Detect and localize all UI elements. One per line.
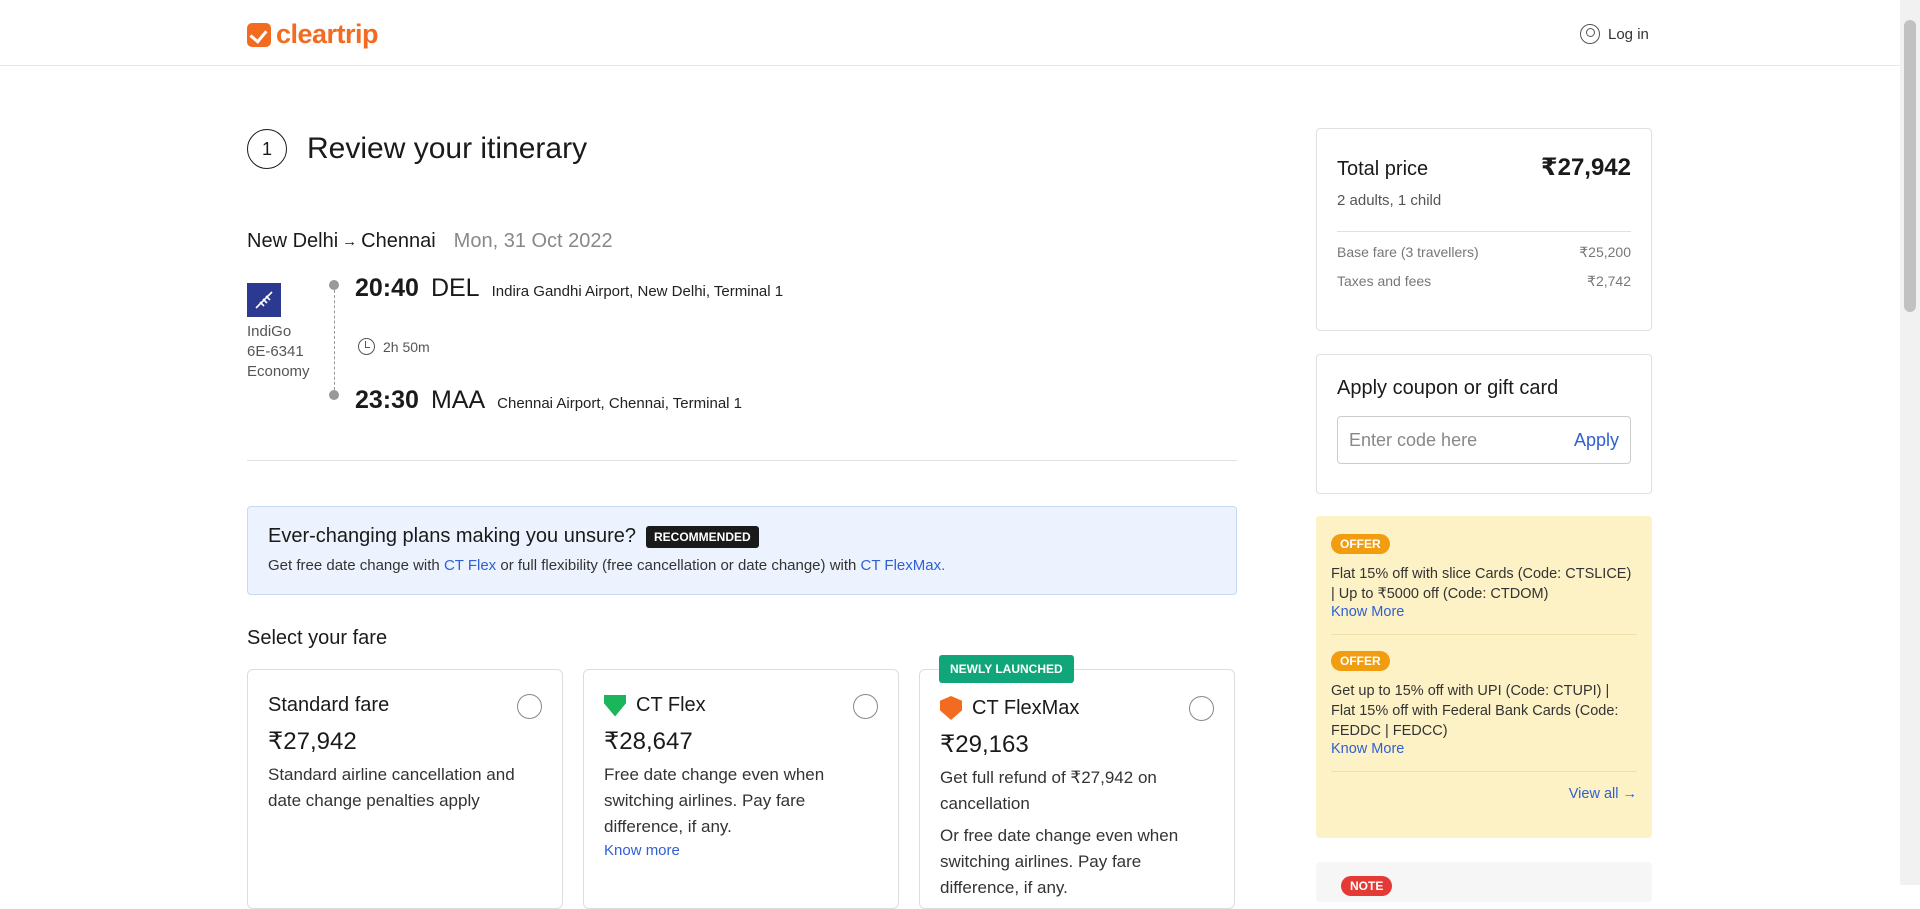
page-title: Review your itinerary [307, 132, 588, 165]
ct-flexmax-desc-2: Or free date change even when switching … [940, 826, 1179, 897]
newly-launched-badge: NEWLY LAUNCHED [939, 655, 1074, 683]
standard-fare-desc: Standard airline cancellation and date c… [268, 765, 515, 810]
arrival-code: MAA [430, 386, 486, 414]
base-fare-label: Base fare (3 travellers) [1337, 244, 1479, 260]
destination-city: Chennai [361, 230, 436, 252]
page-scrollbar[interactable] [1900, 0, 1920, 885]
apply-coupon-button[interactable]: Apply [1574, 430, 1619, 451]
depart-dot [329, 280, 339, 290]
banner-text: Get free date change with CT Flex or ful… [268, 557, 1216, 574]
traveller-count: 2 adults, 1 child [1337, 192, 1442, 209]
login-button[interactable]: Log in [1580, 24, 1649, 44]
total-price: ₹27,942 [1540, 154, 1631, 181]
standard-fare-card[interactable]: Standard fare ₹27,942 Standard airline c… [247, 669, 563, 909]
offer-know-more-link[interactable]: Know More [1331, 741, 1637, 757]
coupon-title: Apply coupon or gift card [1337, 377, 1559, 399]
logo-check-icon [247, 22, 271, 47]
departure-time: 20:40 [355, 274, 419, 302]
top-header: cleartrip Log in [0, 0, 1900, 66]
flight-number: 6E-6341 [247, 343, 304, 360]
cleartrip-logo[interactable]: cleartrip [247, 19, 379, 50]
standard-fare-radio[interactable] [517, 694, 542, 719]
user-icon [1580, 24, 1600, 44]
flight-duration: 2h 50m [358, 338, 430, 355]
flight-timeline [329, 280, 339, 400]
login-label: Log in [1608, 25, 1649, 43]
timeline-line [333, 290, 335, 395]
airline-info: IndiGo 6E-6341 Economy [247, 322, 310, 382]
logo-text: cleartrip [276, 19, 379, 49]
offer-text: Flat 15% off with slice Cards (Code: CTS… [1331, 566, 1632, 602]
section-divider [247, 460, 1237, 461]
coupon-box: Apply coupon or gift card Apply [1316, 354, 1652, 494]
offer-know-more-link[interactable]: Know More [1331, 604, 1637, 620]
ct-flexmax-price: ₹29,163 [940, 731, 1029, 758]
indigo-logo-icon [247, 283, 281, 317]
ct-flex-desc: Free date change even when switching air… [604, 765, 825, 836]
view-all-offers-link[interactable]: View all → [1331, 786, 1637, 802]
departure-code: DEL [430, 274, 480, 302]
offer-text: Get up to 15% off with UPI (Code: CTUPI)… [1331, 683, 1619, 739]
ct-flexmax-card[interactable]: CT FlexMax ₹29,163 Get full refund of ₹2… [919, 669, 1235, 909]
step-header: 1 Review your itinerary [247, 129, 587, 169]
banner-text-1: Get free date change with [268, 557, 444, 574]
ct-flexmax-desc: Get full refund of ₹27,942 on cancellati… [940, 768, 1157, 813]
standard-fare-price: ₹27,942 [268, 728, 357, 755]
origin-city: New Delhi [247, 230, 339, 252]
taxes-label: Taxes and fees [1337, 273, 1432, 289]
price-divider [1337, 231, 1631, 232]
step-number: 1 [247, 129, 287, 169]
total-price-box: Total price ₹27,942 2 adults, 1 child Ba… [1316, 128, 1652, 331]
offer-badge: OFFER [1331, 651, 1390, 671]
offer-item: OFFER Get up to 15% off with UPI (Code: … [1331, 651, 1637, 772]
total-label: Total price [1337, 158, 1429, 180]
cabin-class: Economy [247, 363, 310, 380]
duration-text: 2h 50m [383, 338, 430, 355]
ct-flexmax-link[interactable]: CT FlexMax. [861, 557, 946, 574]
offers-panel: OFFER Flat 15% off with slice Cards (Cod… [1316, 516, 1652, 838]
arrival-row: 23:30 MAA Chennai Airport, Chennai, Term… [355, 386, 742, 415]
ct-flex-name: CT Flex [636, 694, 706, 716]
arrow-icon: → [342, 233, 358, 250]
ct-flexmax-name-row: CT FlexMax [940, 696, 1214, 720]
ct-flexmax-shield-icon [940, 696, 962, 720]
ct-flex-know-more[interactable]: Know more [604, 842, 878, 859]
ct-flex-shield-icon [604, 694, 626, 717]
coupon-input-wrapper: Apply [1337, 416, 1631, 464]
departure-airport: Indira Gandhi Airport, New Delhi, Termin… [491, 283, 784, 300]
taxes-value: ₹2,742 [1587, 273, 1631, 289]
ct-flex-radio[interactable] [853, 694, 878, 719]
ct-flexmax-name: CT FlexMax [972, 696, 1080, 719]
taxes-row: Taxes and fees ₹2,742 [1337, 273, 1631, 290]
ct-flex-price: ₹28,647 [604, 728, 693, 755]
ct-flex-card[interactable]: CT Flex ₹28,647 Free date change even wh… [583, 669, 899, 909]
ct-flex-link[interactable]: CT Flex [444, 557, 496, 574]
banner-title-row: Ever-changing plans making you unsure? R… [268, 525, 1216, 548]
offer-badge: OFFER [1331, 534, 1390, 554]
banner-text-2: or full flexibility (free cancellation o… [496, 557, 861, 574]
standard-fare-name: Standard fare [268, 694, 390, 716]
departure-row: 20:40 DEL Indira Gandhi Airport, New Del… [355, 274, 783, 303]
ct-flexmax-radio[interactable] [1189, 696, 1214, 721]
airline-name: IndiGo [247, 323, 292, 340]
note-badge: NOTE [1341, 876, 1393, 896]
arrival-time: 23:30 [355, 386, 419, 414]
arrive-dot [329, 390, 339, 400]
banner-title: Ever-changing plans making you unsure? [268, 525, 636, 547]
note-box: NOTE [1316, 862, 1652, 902]
coupon-code-input[interactable] [1349, 429, 1549, 451]
route-summary: New Delhi → Chennai Mon, 31 Oct 2022 [247, 230, 613, 253]
recommended-badge: RECOMMENDED [646, 525, 759, 548]
select-fare-heading: Select your fare [247, 627, 388, 649]
clock-icon [358, 338, 375, 355]
offer-item: OFFER Flat 15% off with slice Cards (Cod… [1331, 534, 1637, 635]
ct-flex-name-row: CT Flex [604, 694, 878, 717]
scrollbar-thumb[interactable] [1904, 20, 1916, 312]
travel-date: Mon, 31 Oct 2022 [453, 230, 613, 252]
base-fare-row: Base fare (3 travellers) ₹25,200 [1337, 244, 1631, 261]
total-row: Total price ₹27,942 [1337, 153, 1631, 182]
flex-banner: Ever-changing plans making you unsure? R… [247, 506, 1237, 595]
base-fare-value: ₹25,200 [1579, 244, 1631, 260]
arrival-airport: Chennai Airport, Chennai, Terminal 1 [497, 395, 743, 412]
